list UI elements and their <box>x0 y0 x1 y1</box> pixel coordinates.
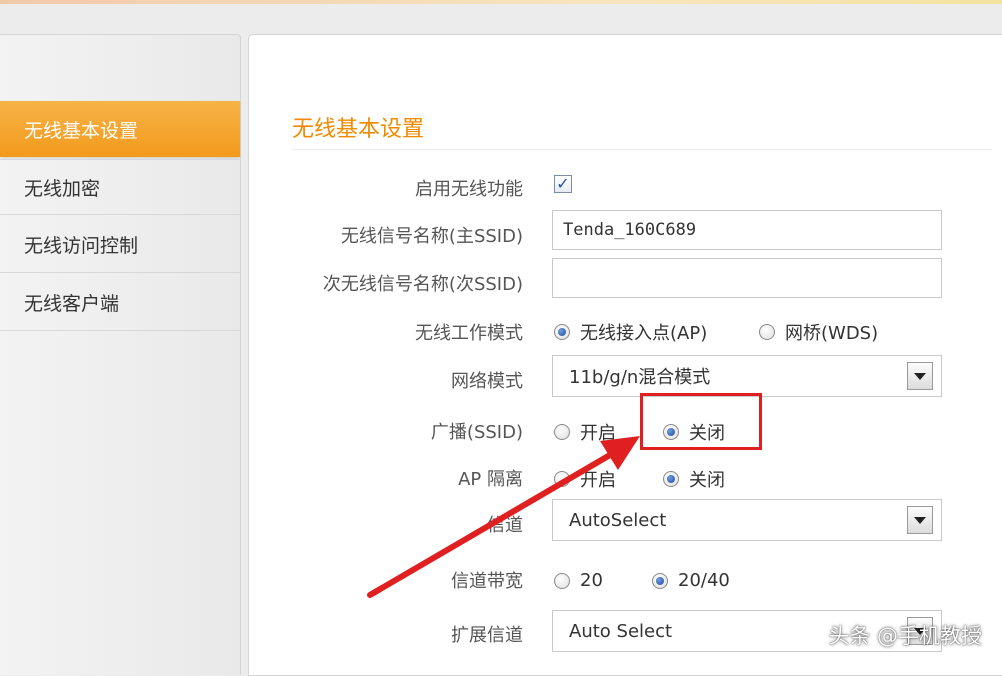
red-arrow-annotation <box>367 436 640 598</box>
watermark-text: 头条 @手机教授 <box>828 624 982 648</box>
